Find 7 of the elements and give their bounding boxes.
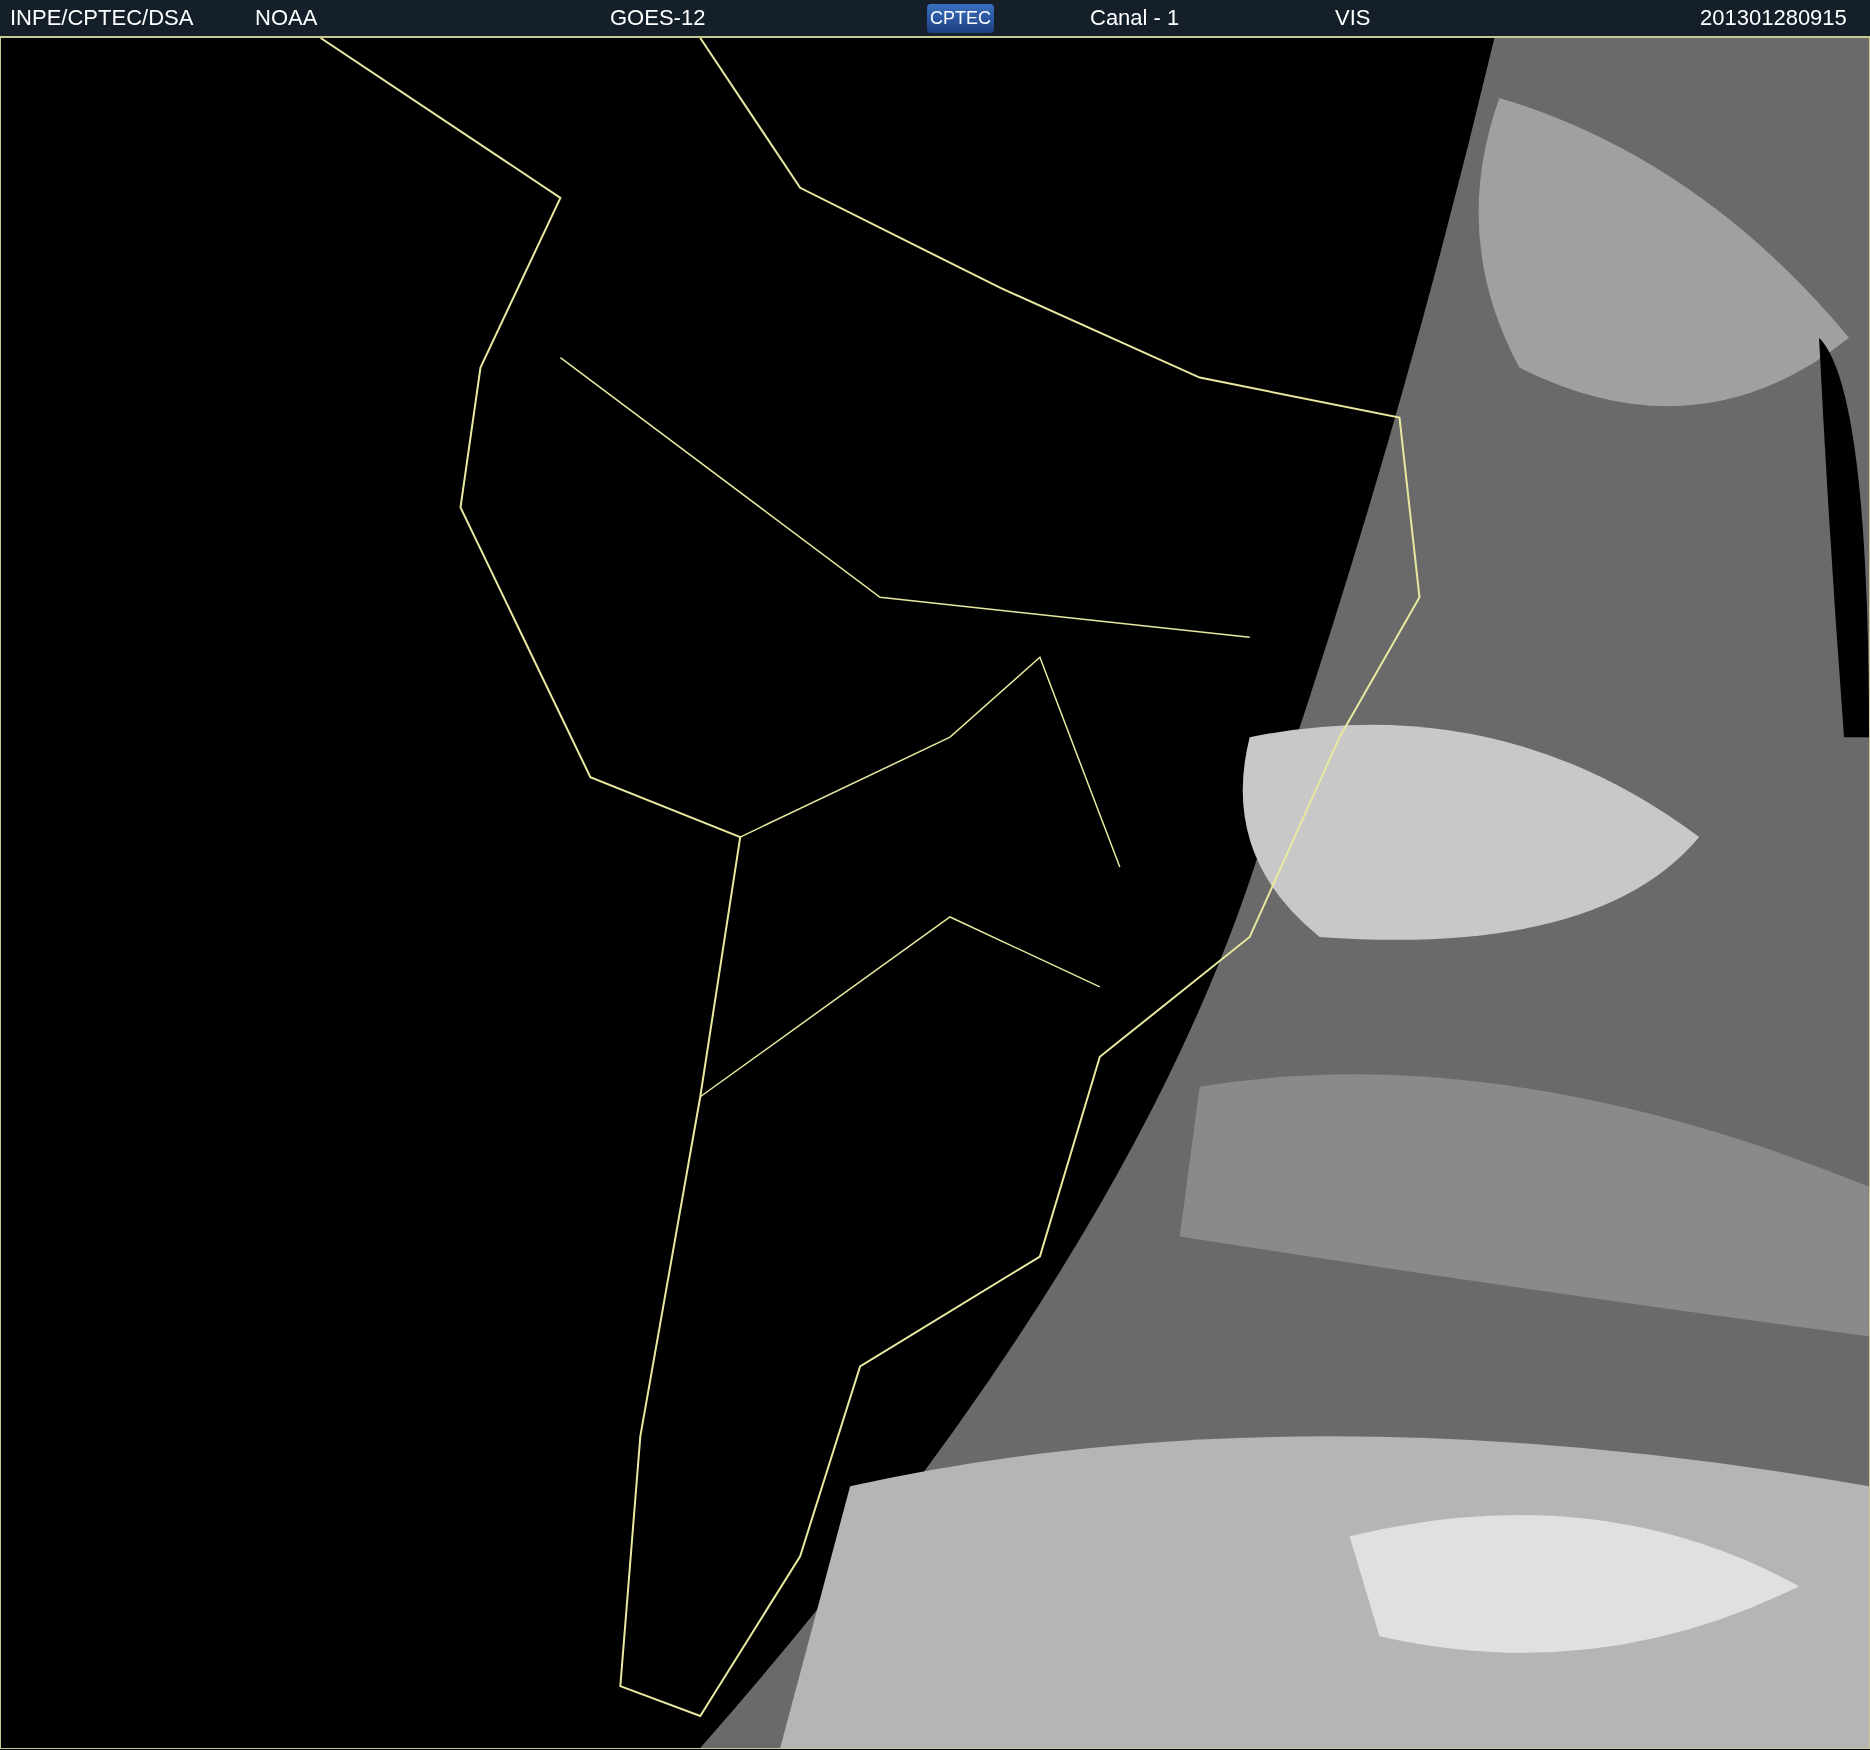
agency-label: INPE/CPTEC/DSA — [10, 5, 194, 31]
source-label: NOAA — [255, 5, 318, 31]
band-label: VIS — [1335, 5, 1371, 31]
logo: CPTEC — [927, 3, 994, 33]
channel-label: Canal - 1 — [1090, 5, 1180, 31]
satellite-label: GOES-12 — [610, 5, 706, 31]
timestamp-label: 201301280915 — [1700, 5, 1847, 31]
